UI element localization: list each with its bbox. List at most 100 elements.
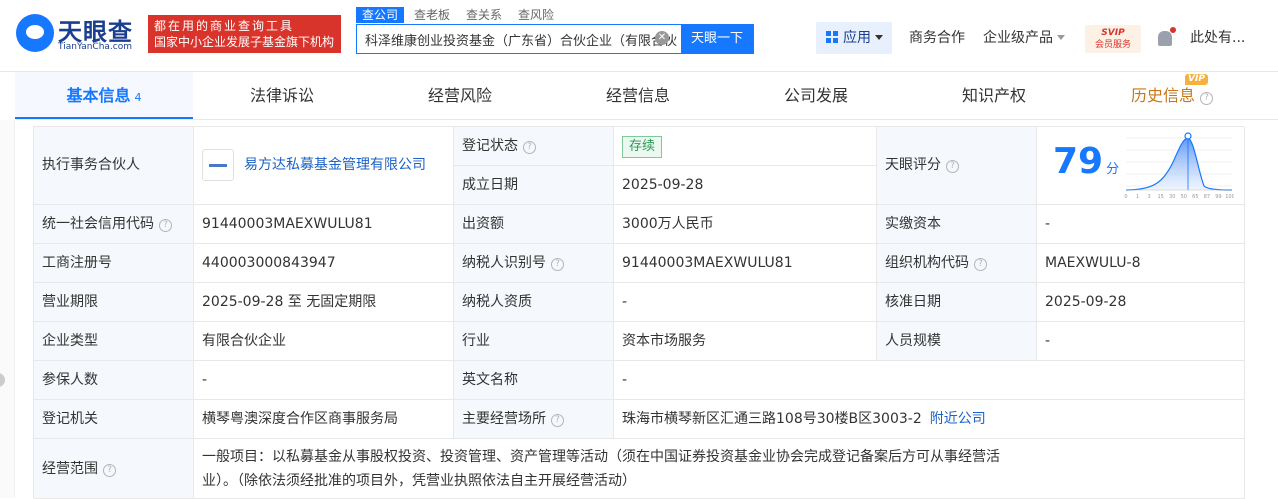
staff-label: 人员规模 <box>877 322 1037 361</box>
score-label: 天眼评分? <box>877 127 1037 205</box>
help-icon[interactable]: ? <box>159 219 172 232</box>
score-tick-label: 1 <box>1136 194 1139 200</box>
authority-label: 登记机关 <box>34 400 194 439</box>
paid-value: - <box>1037 205 1245 244</box>
help-icon[interactable]: ? <box>946 160 959 173</box>
chevron-down-icon <box>875 35 883 40</box>
org-code-label: 组织机构代码? <box>877 244 1037 283</box>
search-tab-risk[interactable]: 查风险 <box>512 7 560 23</box>
score-value: 79 <box>1053 141 1104 182</box>
scope-value: 一般项目：以私募基金从事股权投资、投资管理、资产管理等活动（须在中国证券投资基金… <box>194 439 1245 499</box>
capital-value: 3000万人民币 <box>614 205 877 244</box>
score-tick-label: 0 <box>1124 194 1127 200</box>
slogan-line1: 都在用的商业查询工具 <box>154 19 295 33</box>
scope-line-2: 业）。（除依法须经批准的项目外，凭营业执照依法自主开展经营活动） <box>202 473 636 489</box>
business-cooperation-link[interactable]: 商务合作 <box>909 22 965 54</box>
capital-label: 出资额 <box>454 205 614 244</box>
app-menu-label: 应用 <box>843 30 871 46</box>
insured-value: - <box>194 361 454 400</box>
app-menu[interactable]: 应用 <box>816 22 892 54</box>
svip-button[interactable]: SVIP 会员服务 <box>1085 25 1141 53</box>
logo-subtitle: TianYanCha.com <box>58 42 133 52</box>
type-label: 企业类型 <box>34 322 194 361</box>
reg-no-value: 440003000843947 <box>194 244 454 283</box>
help-icon[interactable]: ? <box>551 258 564 271</box>
term-value: 2025-09-28 至 无固定期限 <box>194 283 454 322</box>
search-tab-boss[interactable]: 查老板 <box>408 7 456 23</box>
search-tab-relation[interactable]: 查关系 <box>460 7 508 23</box>
tab-operations[interactable]: 经营信息 <box>549 72 727 119</box>
help-icon[interactable]: ? <box>551 414 564 427</box>
score-curve-area <box>1126 138 1232 190</box>
tab-risk[interactable]: 经营风险 <box>371 72 549 119</box>
user-menu[interactable]: 此处有... <box>1190 22 1245 54</box>
est-date-label: 成立日期 <box>454 166 614 205</box>
vip-badge: VIP <box>1185 74 1208 85</box>
tab-ip[interactable]: 知识产权 <box>905 72 1083 119</box>
help-icon: ? <box>1200 92 1213 105</box>
org-code-label-text: 组织机构代码 <box>885 255 969 271</box>
org-code-value: MAEXWULU-8 <box>1037 244 1245 283</box>
bell-icon[interactable] <box>1158 27 1176 46</box>
search-tab-company[interactable]: 查公司 <box>356 7 405 23</box>
search-button[interactable]: 天眼一下 <box>681 25 753 53</box>
score-marker-dot <box>1184 132 1192 140</box>
taxpayer-id-label: 纳税人识别号? <box>454 244 614 283</box>
tab-basic-info[interactable]: 基本信息 4 <box>15 72 193 119</box>
search-input[interactable] <box>357 25 683 53</box>
tab-legal[interactable]: 法律诉讼 <box>193 72 371 119</box>
partner-link[interactable]: 易方达私募基金管理有限公司 <box>244 157 426 173</box>
help-icon[interactable]: ? <box>523 141 536 154</box>
reg-status-label-text: 登记状态 <box>462 138 518 154</box>
tax-quality-value: - <box>614 283 877 322</box>
tab-basic-info-count: 4 <box>134 91 142 104</box>
est-date-value: 2025-09-28 <box>614 166 877 205</box>
partner-value[interactable]: 易方达私募基金管理有限公司 <box>194 127 454 205</box>
tax-quality-label: 纳税人资质 <box>454 283 614 322</box>
credit-code-label-text: 统一社会信用代码 <box>42 216 154 232</box>
address-label: 主要经营场所? <box>454 400 614 439</box>
apps-grid-icon <box>826 31 838 43</box>
score-unit: 分 <box>1106 162 1120 177</box>
enterprise-products-label: 企业级产品 <box>983 30 1053 46</box>
partner-label: 执行事务合伙人 <box>34 127 194 205</box>
reg-status-value: 存续 <box>614 127 877 166</box>
left-edge <box>0 120 15 498</box>
score-tick-label: 15 <box>1157 194 1163 200</box>
svip-label: 会员服务 <box>1094 40 1131 50</box>
tab-history[interactable]: 历史信息? <box>1083 72 1261 119</box>
clear-icon[interactable]: ✕ <box>655 31 669 45</box>
approve-date-label: 核准日期 <box>877 283 1037 322</box>
score-tick-label: 100 <box>1225 194 1234 200</box>
help-icon[interactable]: ? <box>103 464 116 477</box>
industry-value: 资本市场服务 <box>614 322 877 361</box>
scope-label: 经营范围? <box>34 439 194 499</box>
slogan-banner: 都在用的商业查询工具 国家中小企业发展子基金旗下机构 <box>148 15 341 53</box>
status-badge: 存续 <box>622 136 663 158</box>
company-logo-icon <box>202 149 234 181</box>
top-header: 天眼查 TianYanCha.com 都在用的商业查询工具 国家中小企业发展子基… <box>0 0 1278 72</box>
score-tick-label: 87 <box>1204 194 1210 200</box>
staff-value: - <box>1037 322 1245 361</box>
taxpayer-id-value: 91440003MAEXWULU81 <box>614 244 877 283</box>
taxpayer-id-label-text: 纳税人识别号 <box>462 255 546 271</box>
score-tick-label: 3 <box>1148 194 1151 200</box>
credit-code-value: 91440003MAEXWULU81 <box>194 205 454 244</box>
nearby-companies-link[interactable]: 附近公司 <box>930 411 986 427</box>
en-name-label: 英文名称 <box>454 361 614 400</box>
term-label: 营业期限 <box>34 283 194 322</box>
insured-label: 参保人数 <box>34 361 194 400</box>
enterprise-products-menu[interactable]: 企业级产品 <box>983 22 1065 54</box>
score-distribution-chart: 0 1 3 15 30 50 65 87 99 100 <box>1124 132 1234 200</box>
svip-badge: SVIP <box>1101 28 1125 38</box>
tianyancha-logo[interactable]: 天眼查 TianYanCha.com <box>16 12 140 56</box>
reg-no-label: 工商注册号 <box>34 244 194 283</box>
notification-dot <box>1170 27 1176 33</box>
tab-history-label: 历史信息 <box>1130 86 1195 105</box>
tab-development[interactable]: 公司发展 <box>727 72 905 119</box>
tab-basic-info-label: 基本信息 <box>66 86 131 105</box>
score-label-text: 天眼评分 <box>885 157 941 173</box>
help-icon[interactable]: ? <box>974 258 987 271</box>
approve-date-value: 2025-09-28 <box>1037 283 1245 322</box>
score-tick-label: 50 <box>1181 194 1187 200</box>
